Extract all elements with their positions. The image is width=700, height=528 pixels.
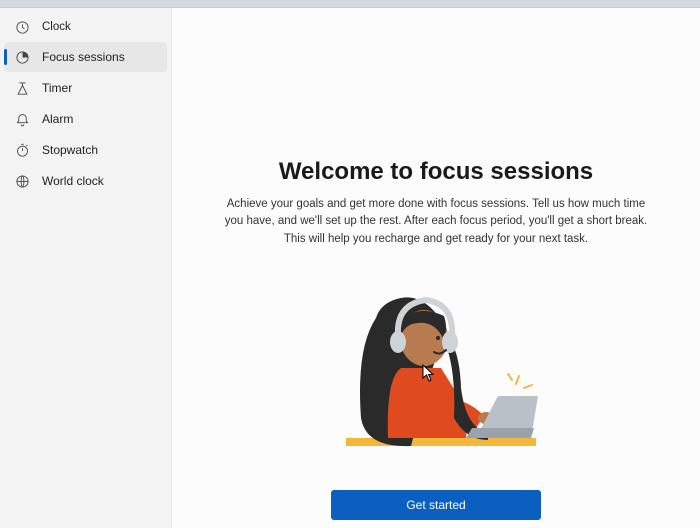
welcome-description: Achieve your goals and get more done wit… bbox=[221, 196, 651, 248]
person-laptop-illustration bbox=[316, 268, 556, 468]
sidebar-item-label: Clock bbox=[42, 21, 71, 33]
main-content: Welcome to focus sessions Achieve your g… bbox=[172, 8, 700, 528]
sidebar-item-label: Stopwatch bbox=[42, 143, 98, 157]
timer-icon bbox=[14, 80, 30, 96]
sidebar-item-focus-sessions[interactable]: Focus sessions bbox=[4, 42, 167, 72]
world-clock-icon bbox=[14, 173, 30, 189]
window-titlebar bbox=[0, 0, 700, 8]
sidebar-item-stopwatch[interactable]: Stopwatch bbox=[4, 135, 167, 165]
alarm-icon bbox=[14, 111, 30, 127]
app-root: Clock Focus sessions Timer Alarm Stopwat bbox=[0, 8, 700, 528]
sidebar-item-label: Timer bbox=[42, 81, 72, 95]
sidebar-item-world-clock[interactable]: World clock bbox=[4, 166, 167, 196]
sidebar-item-timer[interactable]: Timer bbox=[4, 73, 167, 103]
get-started-button[interactable]: Get started bbox=[331, 490, 541, 520]
welcome-heading: Welcome to focus sessions bbox=[279, 158, 593, 186]
sidebar-item-alarm[interactable]: Alarm bbox=[4, 104, 167, 134]
sidebar: Clock Focus sessions Timer Alarm Stopwat bbox=[0, 8, 172, 528]
sidebar-item-clock[interactable]: Clock bbox=[4, 13, 167, 41]
clock-icon bbox=[14, 19, 30, 35]
sidebar-item-label: Focus sessions bbox=[42, 50, 125, 64]
sidebar-item-label: Alarm bbox=[42, 112, 73, 126]
sidebar-item-label: World clock bbox=[42, 174, 104, 188]
focus-icon bbox=[14, 49, 30, 65]
stopwatch-icon bbox=[14, 142, 30, 158]
